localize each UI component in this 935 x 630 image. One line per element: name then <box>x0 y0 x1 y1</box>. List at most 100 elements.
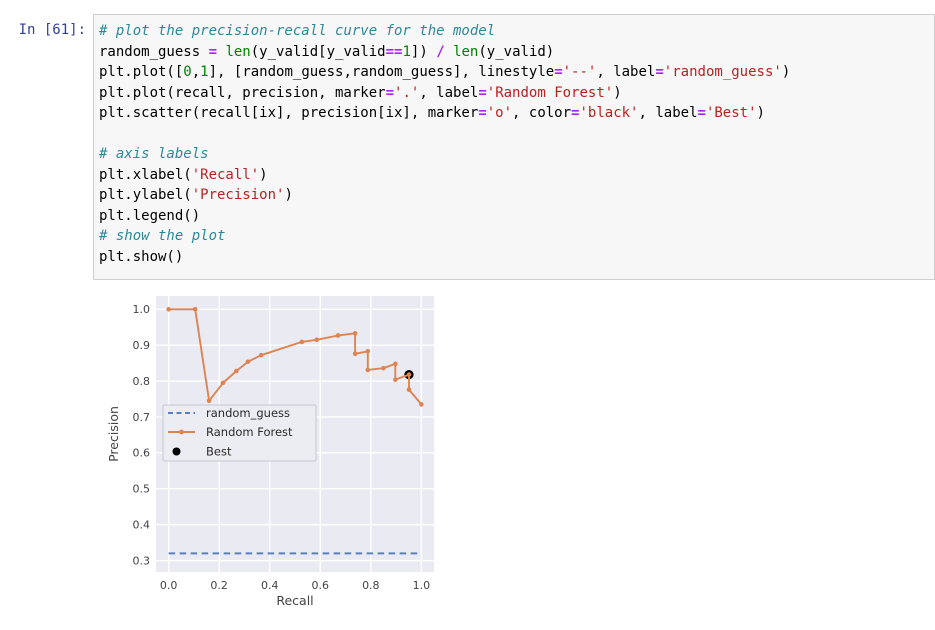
code-token-op: = <box>478 105 487 121</box>
code-token-str: 'o' <box>486 105 513 121</box>
x-tick-label: 0.4 <box>261 579 279 592</box>
code-token-plain: ) <box>781 64 791 80</box>
y-tick-label: 0.8 <box>133 375 151 388</box>
x-tick-label: 0.2 <box>210 579 228 592</box>
code-token-plain: (y_valid[y_valid <box>250 43 386 60</box>
code-line: plt.plot(recall, precision, marker='.', … <box>99 83 930 104</box>
code-token-plain: , label <box>596 64 656 80</box>
code-token-plain: plt.legend() <box>99 207 201 224</box>
data-point-marker <box>258 352 264 358</box>
code-token-num: 0 <box>183 64 192 80</box>
code-token-str: 'random_guess' <box>663 64 782 80</box>
legend-label: random_guess <box>206 406 290 420</box>
code-token-op: = <box>697 105 706 121</box>
code-token-plain: ) <box>284 187 293 203</box>
legend-sample-marker <box>179 429 184 435</box>
code-line: # plot the precision-recall curve for th… <box>99 21 930 42</box>
code-line: plt.show() <box>99 247 930 268</box>
legend-label: Random Forest <box>206 425 293 439</box>
code-token-comment: # plot the precision-recall curve for th… <box>99 23 496 39</box>
legend-label: Best <box>206 445 232 459</box>
code-token-plain: plt.plot([ <box>99 64 184 80</box>
code-token-plain: (y_valid) <box>478 43 555 60</box>
data-point-marker <box>166 306 171 312</box>
input-prompt: In [61]: <box>18 22 86 38</box>
y-tick-label: 0.5 <box>133 483 151 496</box>
code-token-plain: plt.xlabel( <box>99 166 192 183</box>
code-token-op: = <box>478 84 487 101</box>
code-token-str: 'Precision' <box>191 187 285 203</box>
y-tick-label: 0.7 <box>133 411 151 424</box>
code-token-op: = <box>385 84 395 101</box>
data-point-marker <box>299 339 305 345</box>
code-token-str: 'black' <box>579 105 639 121</box>
data-point-marker <box>381 365 386 371</box>
data-point-marker <box>365 367 371 373</box>
data-point-marker <box>234 368 239 374</box>
code-token-plain: plt.ylabel( <box>99 187 192 203</box>
y-tick-label: 0.6 <box>133 447 151 460</box>
code-token-plain: , <box>191 64 201 80</box>
data-point-marker <box>393 361 398 367</box>
code-token-comment: # show the plot <box>99 228 226 244</box>
data-point-marker <box>352 351 358 357</box>
code-token-plain: ]) <box>410 43 437 60</box>
code-token-str: 'Best' <box>705 105 757 121</box>
data-point-marker <box>192 306 198 312</box>
data-point-marker <box>206 398 212 404</box>
code-token-str: 'Random Forest' <box>486 84 614 101</box>
code-line: plt.plot([0,1], [random_guess,random_gue… <box>99 62 930 83</box>
code-cell-input[interactable]: # plot the precision-recall curve for th… <box>93 14 935 280</box>
code-token-plain: random_guess <box>99 43 209 60</box>
y-tick-label: 1.0 <box>133 303 151 316</box>
data-point-marker <box>406 387 412 392</box>
output-figure: random_guess Random Forest Best 0.0 0.2 0.4 0.… <box>105 294 439 626</box>
code-line: plt.xlabel('Recall') <box>99 165 930 186</box>
code-token-builtin: len <box>453 43 479 60</box>
code-token-plain: plt.scatter(recall[ix], precision[ix], m… <box>99 105 479 121</box>
x-tick-label: 0.6 <box>312 579 330 592</box>
precision-recall-chart: random_guess Random Forest Best 0.0 0.2 0.4 0.… <box>106 296 434 608</box>
code-token-num: 1 <box>402 43 411 60</box>
x-tick-label: 0.0 <box>160 579 178 592</box>
code-token-plain: , label <box>638 105 698 121</box>
code-token-plain: ], [random_guess,random_guess], linestyl… <box>208 64 555 80</box>
y-tick-label: 0.3 <box>133 554 151 567</box>
data-point-marker <box>406 372 412 377</box>
code-line: # show the plot <box>99 226 930 247</box>
code-token-plain: ) <box>259 166 268 183</box>
code-token-op: = <box>208 43 218 60</box>
x-tick-label: 1.0 <box>413 579 431 592</box>
data-point-marker <box>393 377 398 382</box>
code-token-str: 'Recall' <box>191 166 260 183</box>
code-token-plain: plt.plot(recall, precision, marker <box>99 84 386 101</box>
code-line: plt.legend() <box>99 206 930 227</box>
code-line: # axis labels <box>99 144 930 165</box>
code-token-comment: # axis labels <box>99 146 209 162</box>
code-line: plt.ylabel('Precision') <box>99 185 930 206</box>
data-point-marker <box>220 380 226 386</box>
code-token-op: = <box>554 64 563 80</box>
code-token-plain: , color <box>512 105 572 121</box>
code-area[interactable]: # plot the precision-recall curve for th… <box>94 15 934 273</box>
code-token-str: '--' <box>562 64 597 80</box>
data-point-marker <box>245 359 251 364</box>
data-point-marker <box>352 331 358 336</box>
data-point-marker <box>365 348 371 354</box>
y-tick-label: 0.9 <box>133 339 151 352</box>
code-token-plain: , label <box>419 84 479 101</box>
code-token-plain: plt.show() <box>99 248 184 265</box>
code-line: random_guess = len(y_valid[y_valid==1]) … <box>99 42 930 63</box>
code-token-op: / <box>436 43 445 60</box>
x-tick-label: 0.8 <box>362 579 380 592</box>
data-point-marker <box>335 333 341 338</box>
code-token-str: '.' <box>394 84 420 101</box>
x-axis-label: Recall <box>276 593 313 608</box>
legend-sample-dot <box>172 447 181 456</box>
data-point-marker <box>314 337 320 343</box>
y-axis-label: Precision <box>106 406 121 462</box>
code-token-plain: ) <box>613 84 622 101</box>
code-token-builtin: len <box>225 43 251 60</box>
